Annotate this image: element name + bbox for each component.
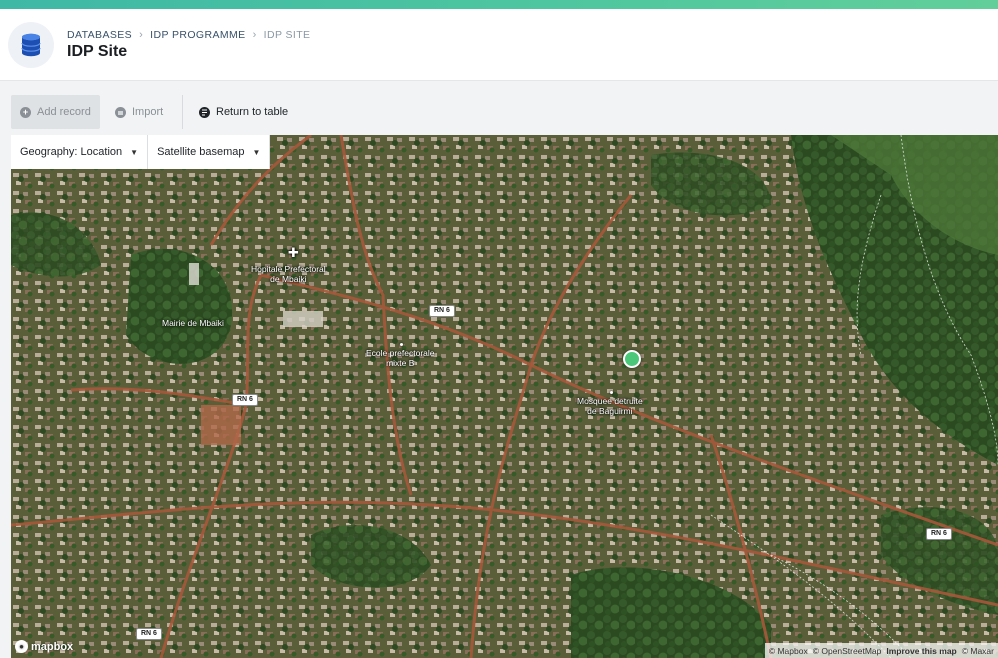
mapbox-logo-text: mapbox [31,640,74,653]
road-shield: RN 6 [926,528,952,540]
add-record-button[interactable]: + Add record [11,95,100,129]
map-label-mosque: Mosquee detruite de Baguirmi [577,396,643,416]
import-icon [115,106,126,118]
chevron-right-icon: › [139,29,144,41]
import-button[interactable]: Import [106,95,176,129]
road-shield: RN 6 [136,628,162,640]
road-shield: RN 6 [429,305,455,317]
map-attribution: © Mapbox © OpenStreetMap Improve this ma… [764,643,998,658]
geography-selector[interactable]: Geography: Location ▼ [11,135,149,169]
database-icon [8,22,54,68]
attribution-mapbox[interactable]: © Mapbox [769,646,808,656]
add-record-label: Add record [37,106,91,118]
breadcrumb-idp-programme[interactable]: IDP PROGRAMME [150,29,245,41]
basemap-selector[interactable]: Satellite basemap ▼ [148,135,271,169]
mapbox-logo[interactable]: ● mapbox [15,640,73,653]
return-to-table-label: Return to table [216,106,289,118]
location-marker[interactable] [623,350,641,368]
table-icon [199,106,210,118]
hospital-cross-icon: ✚ [288,245,299,260]
map-label-school-line1: Ecole prefectorale [366,348,435,358]
import-label: Import [132,106,164,118]
attribution-osm[interactable]: © OpenStreetMap [813,646,882,656]
page-header: DATABASES › IDP PROGRAMME › IDP SITE IDP… [0,9,998,81]
poi-dot [400,343,403,346]
map-label-hospital: Hopitale Prefectoral de Mbaiki [251,264,326,284]
chevron-right-icon: › [252,29,257,41]
map-label-mosque-line2: de Baguirmi [587,406,633,416]
map-label-mairie: Mairie de Mbaiki [162,318,224,328]
satellite-map[interactable]: Geography: Location ▼ Satellite basemap … [11,135,998,658]
map-label-school: Ecole prefectorale mixte B [366,348,435,368]
road-shield: RN 6 [232,394,258,406]
map-label-hospital-line2: de Mbaiki [270,274,307,284]
poi-dot [610,391,613,394]
geography-selector-label: Geography: Location [20,146,123,158]
improve-map-link[interactable]: Improve this map [886,646,956,656]
top-accent-stripe [0,0,998,9]
caret-down-icon: ▼ [252,147,261,157]
map-label-hospital-line1: Hopitale Prefectoral [251,264,326,274]
map-imagery [11,135,998,658]
breadcrumb-idp-site: IDP SITE [263,29,311,41]
breadcrumb-databases[interactable]: DATABASES [67,29,132,41]
page-title: IDP Site [67,43,128,60]
map-label-school-line2: mixte B [386,358,415,368]
breadcrumb: DATABASES › IDP PROGRAMME › IDP SITE [67,29,310,41]
attribution-maxar[interactable]: © Maxar [962,646,994,656]
map-controls: Geography: Location ▼ Satellite basemap … [11,135,271,169]
toolbar: + Add record Import Return to table [0,90,998,135]
map-label-mosque-line1: Mosquee detruite [577,396,643,406]
toolbar-divider [182,95,183,129]
mapbox-logo-icon: ● [15,640,28,653]
basemap-selector-label: Satellite basemap [157,146,245,158]
plus-circle-icon: + [20,106,31,118]
caret-down-icon: ▼ [130,147,139,157]
return-to-table-button[interactable]: Return to table [190,95,298,129]
